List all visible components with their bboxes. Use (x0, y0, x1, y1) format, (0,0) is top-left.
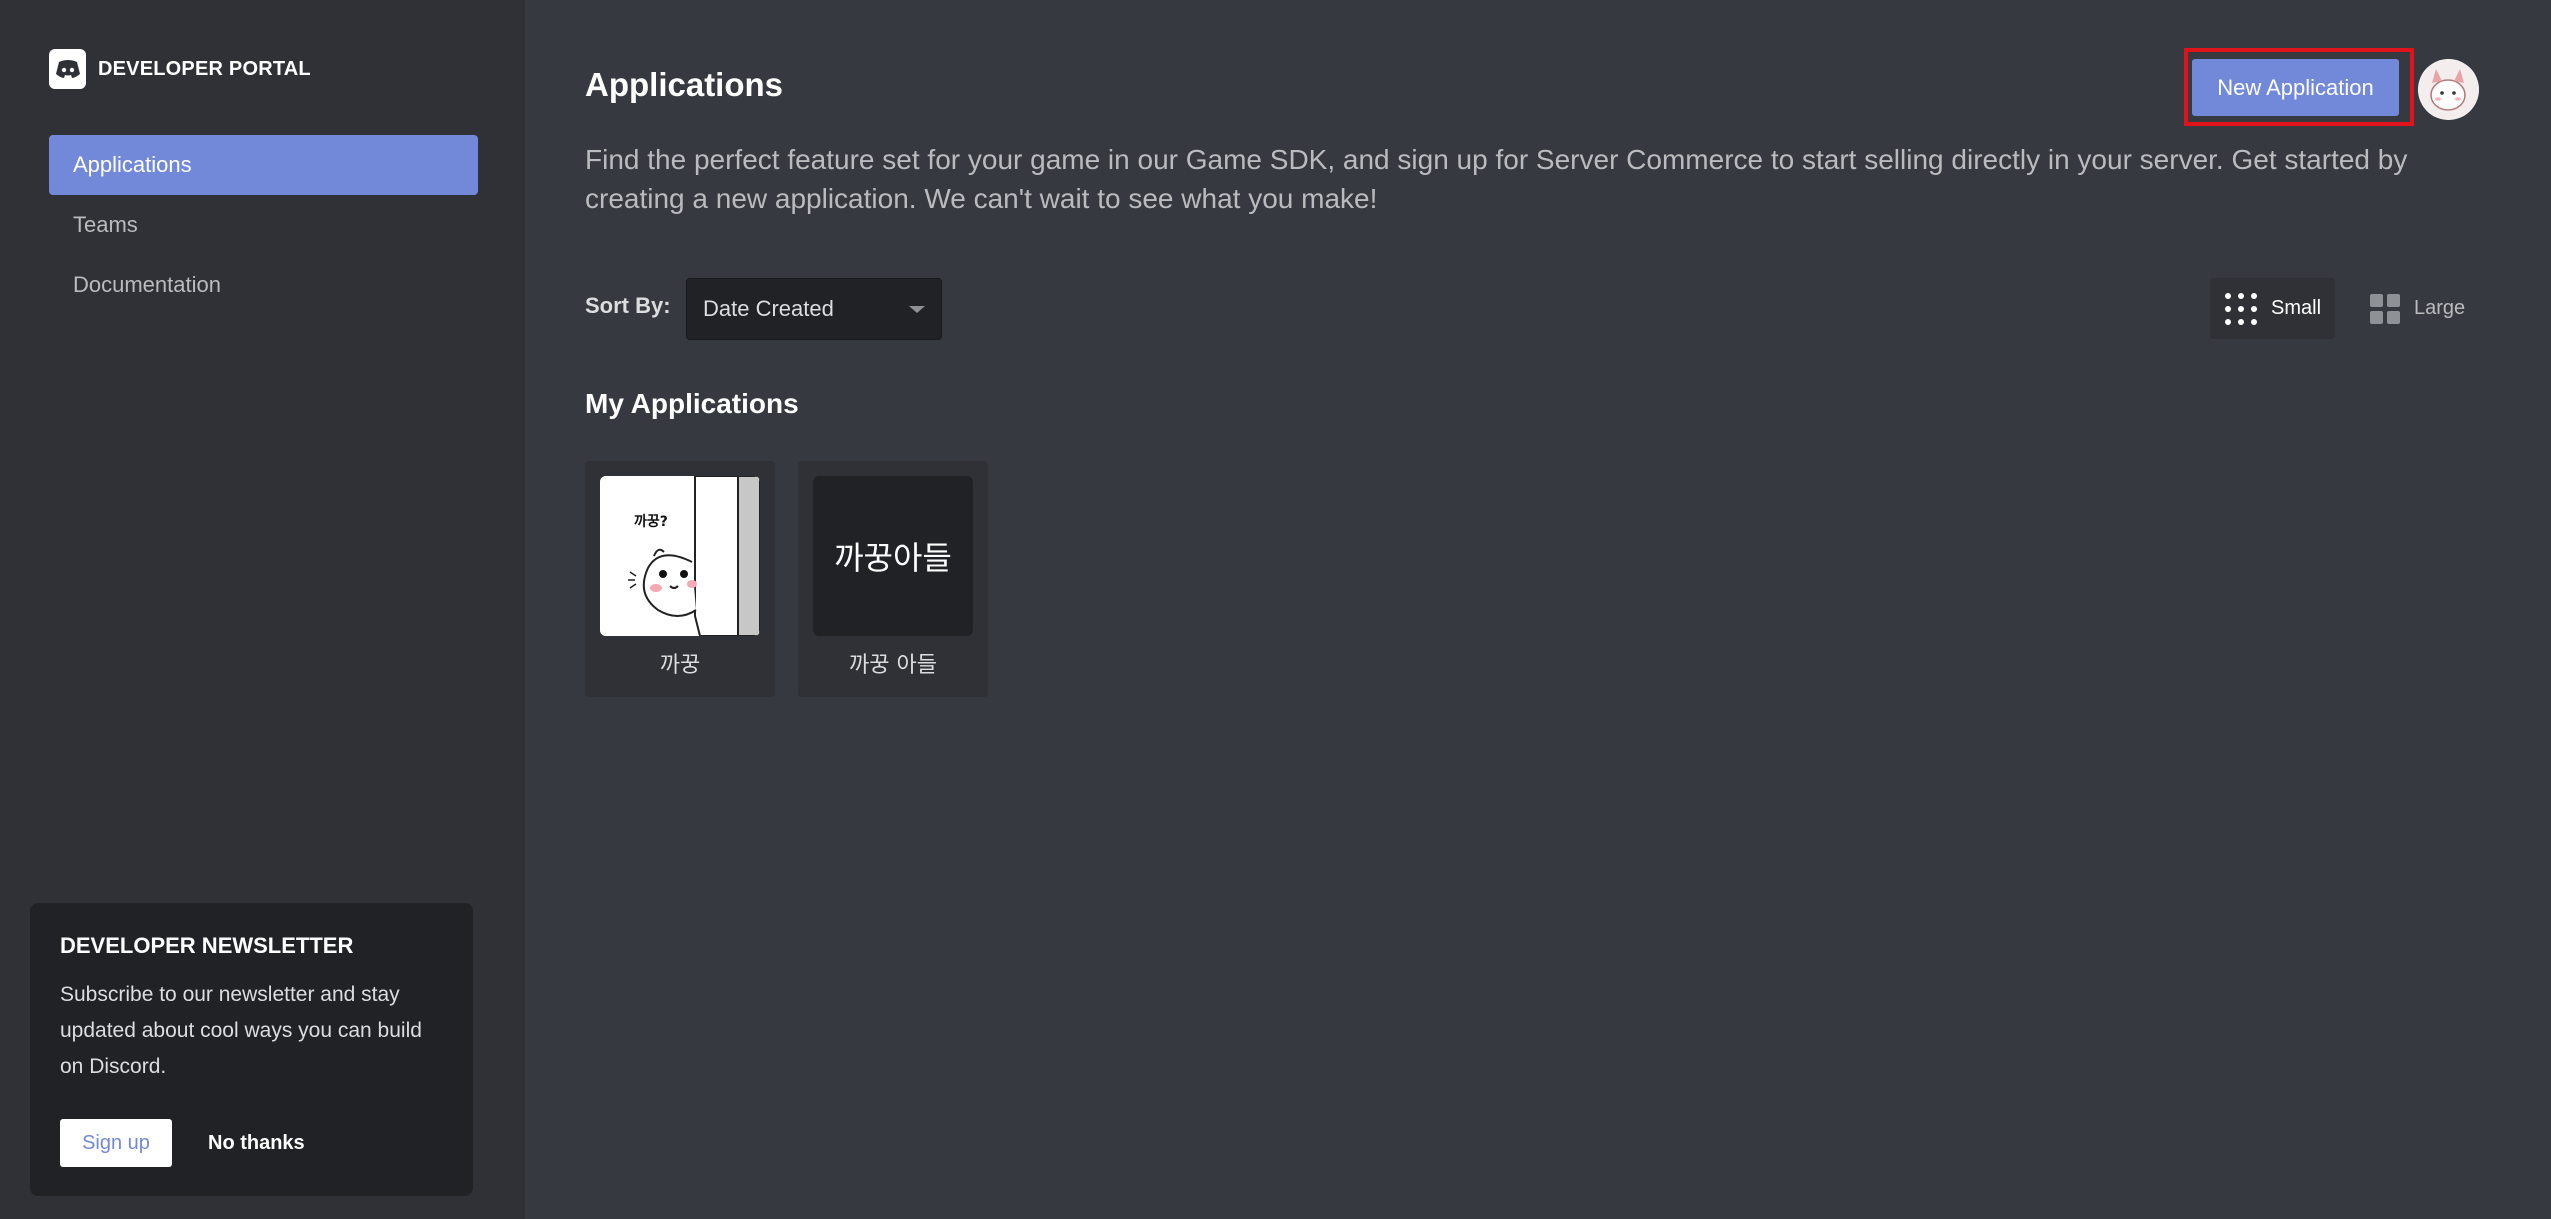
small-grid-icon (2225, 292, 2257, 325)
thumbnail-caption: 까꿍? (634, 514, 668, 530)
new-application-button[interactable]: New Application (2192, 59, 2399, 116)
newsletter-actions: Sign up No thanks (60, 1119, 443, 1167)
newsletter-title: DEVELOPER NEWSLETTER (60, 933, 354, 958)
brand-text: DEVELOPER PORTAL (98, 57, 311, 80)
application-card[interactable]: 까꿍? 까꿍 (585, 461, 775, 697)
sidebar-item-documentation[interactable]: Documentation (49, 255, 478, 315)
signup-button[interactable]: Sign up (60, 1119, 172, 1167)
newsletter-body: Subscribe to our newsletter and stay upd… (60, 983, 422, 1078)
main-content: Applications Find the perfect feature se… (525, 0, 2551, 1219)
application-thumbnail: 까꿍아들 (813, 476, 973, 636)
avatar[interactable] (2418, 59, 2479, 120)
application-name: 까꿍 아들 (849, 653, 937, 678)
newsletter-card: DEVELOPER NEWSLETTER Subscribe to our ne… (30, 903, 473, 1196)
application-thumbnail: 까꿍? (600, 476, 760, 636)
brand[interactable]: DEVELOPER PORTAL (49, 48, 311, 90)
no-thanks-button[interactable]: No thanks (208, 1132, 305, 1155)
my-applications-title: My Applications (585, 388, 799, 419)
view-small-toggle[interactable]: Small (2210, 278, 2335, 339)
page-description: Find the perfect feature set for your ga… (585, 144, 2408, 214)
sidebar-item-teams[interactable]: Teams (49, 195, 478, 255)
application-card[interactable]: 까꿍아들 까꿍 아들 (798, 461, 988, 697)
sidebar: DEVELOPER PORTAL Applications Teams Docu… (0, 0, 525, 1219)
application-thumbnail-text: 까꿍아들 (834, 539, 952, 577)
sort-by-select[interactable]: Date Created (686, 278, 942, 340)
discord-logo-icon (49, 49, 86, 89)
view-large-toggle[interactable]: Large (2360, 278, 2470, 339)
developer-portal: DEVELOPER PORTAL Applications Teams Docu… (0, 0, 2551, 1219)
sidebar-nav: Applications Teams Documentation (49, 135, 478, 315)
view-small-label: Small (2271, 297, 2322, 319)
sort-by-label: Sort By: (585, 293, 671, 318)
page-title: Applications (585, 66, 784, 103)
application-name: 까꿍 (659, 653, 701, 678)
view-large-label: Large (2414, 297, 2466, 319)
large-grid-icon (2370, 293, 2400, 324)
sort-by-value: Date Created (703, 296, 834, 321)
sidebar-item-applications[interactable]: Applications (49, 135, 478, 195)
chevron-down-icon (909, 306, 925, 313)
